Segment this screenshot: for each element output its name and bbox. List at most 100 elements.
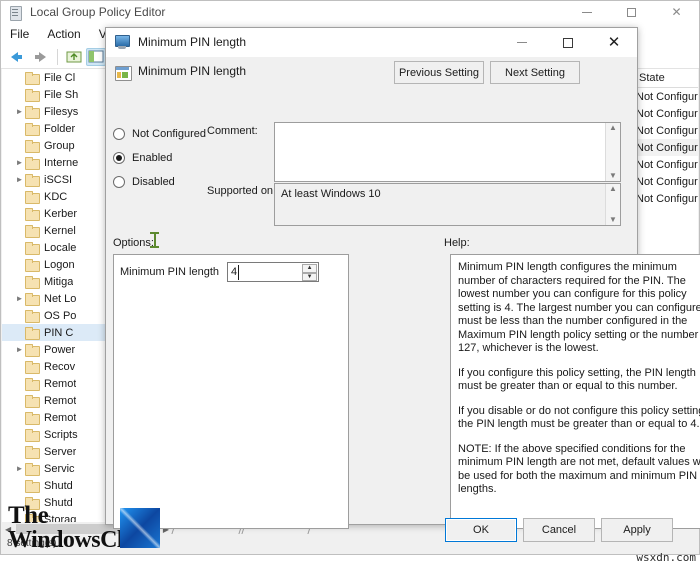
- quantity-stepper[interactable]: ▲ ▼: [302, 264, 318, 281]
- expander-icon[interactable]: ►: [14, 294, 25, 304]
- tree-item-label: KDC: [44, 190, 68, 203]
- tree-item-label: Servic: [44, 462, 75, 475]
- policy-setting-icon: [115, 66, 132, 81]
- comment-scrollbar[interactable]: ▲ ▼: [605, 123, 620, 181]
- folder-icon: [25, 309, 40, 323]
- help-paragraph: If you disable or do not configure this …: [458, 404, 700, 431]
- ok-button[interactable]: OK: [445, 518, 517, 542]
- tree-item-label: Interne: [44, 156, 79, 169]
- dialog-maximize-icon[interactable]: [545, 28, 591, 57]
- minimum-pin-length-dialog: Minimum PIN length ✕ Minimum PIN length …: [105, 27, 700, 542]
- minimum-pin-length-label: Minimum PIN length: [120, 266, 220, 278]
- tree-item-label: Filesys: [44, 105, 79, 118]
- folder-icon: [25, 462, 40, 476]
- expander-icon[interactable]: ►: [14, 107, 25, 117]
- minimum-pin-length-row: Minimum PIN length 4 ▲ ▼: [120, 262, 320, 282]
- cell-state: Not Configured: [636, 107, 698, 120]
- folder-icon: [25, 258, 40, 272]
- cell-state: Not Configured: [636, 124, 698, 137]
- cancel-button[interactable]: Cancel: [523, 518, 595, 542]
- text-cursor-icon: [150, 232, 159, 248]
- folder-icon: [25, 326, 40, 340]
- cell-state: Not Configured: [636, 90, 698, 103]
- computer-policy-icon: [114, 35, 130, 49]
- close-icon[interactable]: ✕: [654, 1, 699, 23]
- stepper-down-icon[interactable]: ▼: [302, 272, 318, 281]
- options-label: Options:: [113, 237, 154, 249]
- main-titlebar: Local Group Policy Editor ✕: [1, 1, 699, 23]
- tree-item-label: Group: [44, 139, 75, 152]
- tree-item-label: Remot: [44, 411, 77, 424]
- up-folder-icon[interactable]: [64, 48, 84, 66]
- main-window-controls: ✕: [564, 1, 699, 23]
- tree-item-label: Scripts: [44, 428, 78, 441]
- main-window-title: Local Group Policy Editor: [30, 5, 166, 19]
- folder-icon: [25, 275, 40, 289]
- tree-item-label: Recov: [44, 360, 76, 373]
- folder-icon: [25, 139, 40, 153]
- folder-icon: [25, 190, 40, 204]
- minimum-pin-length-input[interactable]: 4 ▲ ▼: [227, 262, 320, 282]
- radio-label: Enabled: [132, 152, 173, 164]
- folder-icon: [25, 479, 40, 493]
- expander-icon[interactable]: ►: [14, 158, 25, 168]
- stepper-up-icon[interactable]: ▲: [302, 264, 318, 273]
- minimum-pin-length-value: 4: [231, 266, 238, 278]
- menu-item-file[interactable]: File: [1, 25, 38, 43]
- expander-icon[interactable]: ►: [14, 175, 25, 185]
- previous-setting-button[interactable]: Previous Setting: [394, 61, 484, 84]
- tree-item-label: Mitiga: [44, 275, 74, 288]
- chevron-up-icon[interactable]: ▲: [609, 124, 617, 132]
- supported-on-label: Supported on:: [207, 185, 277, 197]
- cell-state: Not Configured: [636, 141, 698, 154]
- tree-item-label: File Cl: [44, 71, 76, 84]
- dialog-window-controls: ✕: [499, 28, 637, 57]
- column-header-state[interactable]: State: [634, 69, 698, 87]
- help-panel[interactable]: Minimum PIN length configures the minimu…: [450, 254, 700, 529]
- tree-item-label: Net Lo: [44, 292, 77, 305]
- help-label: Help:: [444, 237, 470, 249]
- dialog-close-icon[interactable]: ✕: [591, 28, 637, 57]
- cell-state: Not Configured: [636, 175, 698, 188]
- chevron-up-icon[interactable]: ▲: [609, 185, 617, 193]
- folder-icon: [25, 241, 40, 255]
- radio-icon[interactable]: [113, 176, 125, 188]
- folder-icon: [25, 360, 40, 374]
- tree-item-label: OS Po: [44, 309, 77, 322]
- tree-item-label: Remot: [44, 394, 77, 407]
- menu-item-action[interactable]: Action: [38, 25, 89, 43]
- expander-icon[interactable]: ►: [14, 345, 25, 355]
- folder-icon: [25, 292, 40, 306]
- help-paragraph: If you configure this policy setting, th…: [458, 366, 696, 393]
- comment-field[interactable]: ▲ ▼: [274, 122, 621, 182]
- policy-editor-icon: [8, 5, 23, 21]
- expander-icon[interactable]: ►: [14, 464, 25, 474]
- radio-icon-checked[interactable]: [113, 152, 125, 164]
- folder-icon: [25, 428, 40, 442]
- show-hide-console-tree-icon[interactable]: [86, 47, 106, 66]
- forward-arrow-icon[interactable]: [31, 48, 51, 66]
- tree-item-label: Remot: [44, 377, 77, 390]
- chevron-down-icon[interactable]: ▼: [609, 172, 617, 180]
- next-setting-button[interactable]: Next Setting: [490, 61, 580, 84]
- folder-icon: [25, 411, 40, 425]
- tree-item-label: Shutd: [44, 479, 73, 492]
- radio-enabled[interactable]: Enabled: [113, 146, 223, 170]
- comment-value[interactable]: [275, 123, 605, 181]
- folder-icon: [25, 122, 40, 136]
- back-arrow-icon[interactable]: [6, 48, 26, 66]
- minimize-icon[interactable]: [564, 1, 609, 23]
- folder-icon: [25, 156, 40, 170]
- chevron-down-icon[interactable]: ▼: [609, 216, 617, 224]
- dialog-title: Minimum PIN length: [138, 35, 247, 49]
- supported-on-scrollbar[interactable]: ▲ ▼: [605, 184, 620, 225]
- apply-button[interactable]: Apply: [601, 518, 673, 542]
- radio-icon[interactable]: [113, 128, 125, 140]
- cell-state: Not Configured: [636, 192, 698, 205]
- tree-item-label: Logon: [44, 258, 75, 271]
- tree-item-label: Locale: [44, 241, 77, 254]
- options-panel: Minimum PIN length 4 ▲ ▼: [113, 254, 349, 529]
- maximize-icon[interactable]: [609, 1, 654, 23]
- tree-item-label: Kernel: [44, 224, 76, 237]
- dialog-minimize-icon[interactable]: [499, 28, 545, 57]
